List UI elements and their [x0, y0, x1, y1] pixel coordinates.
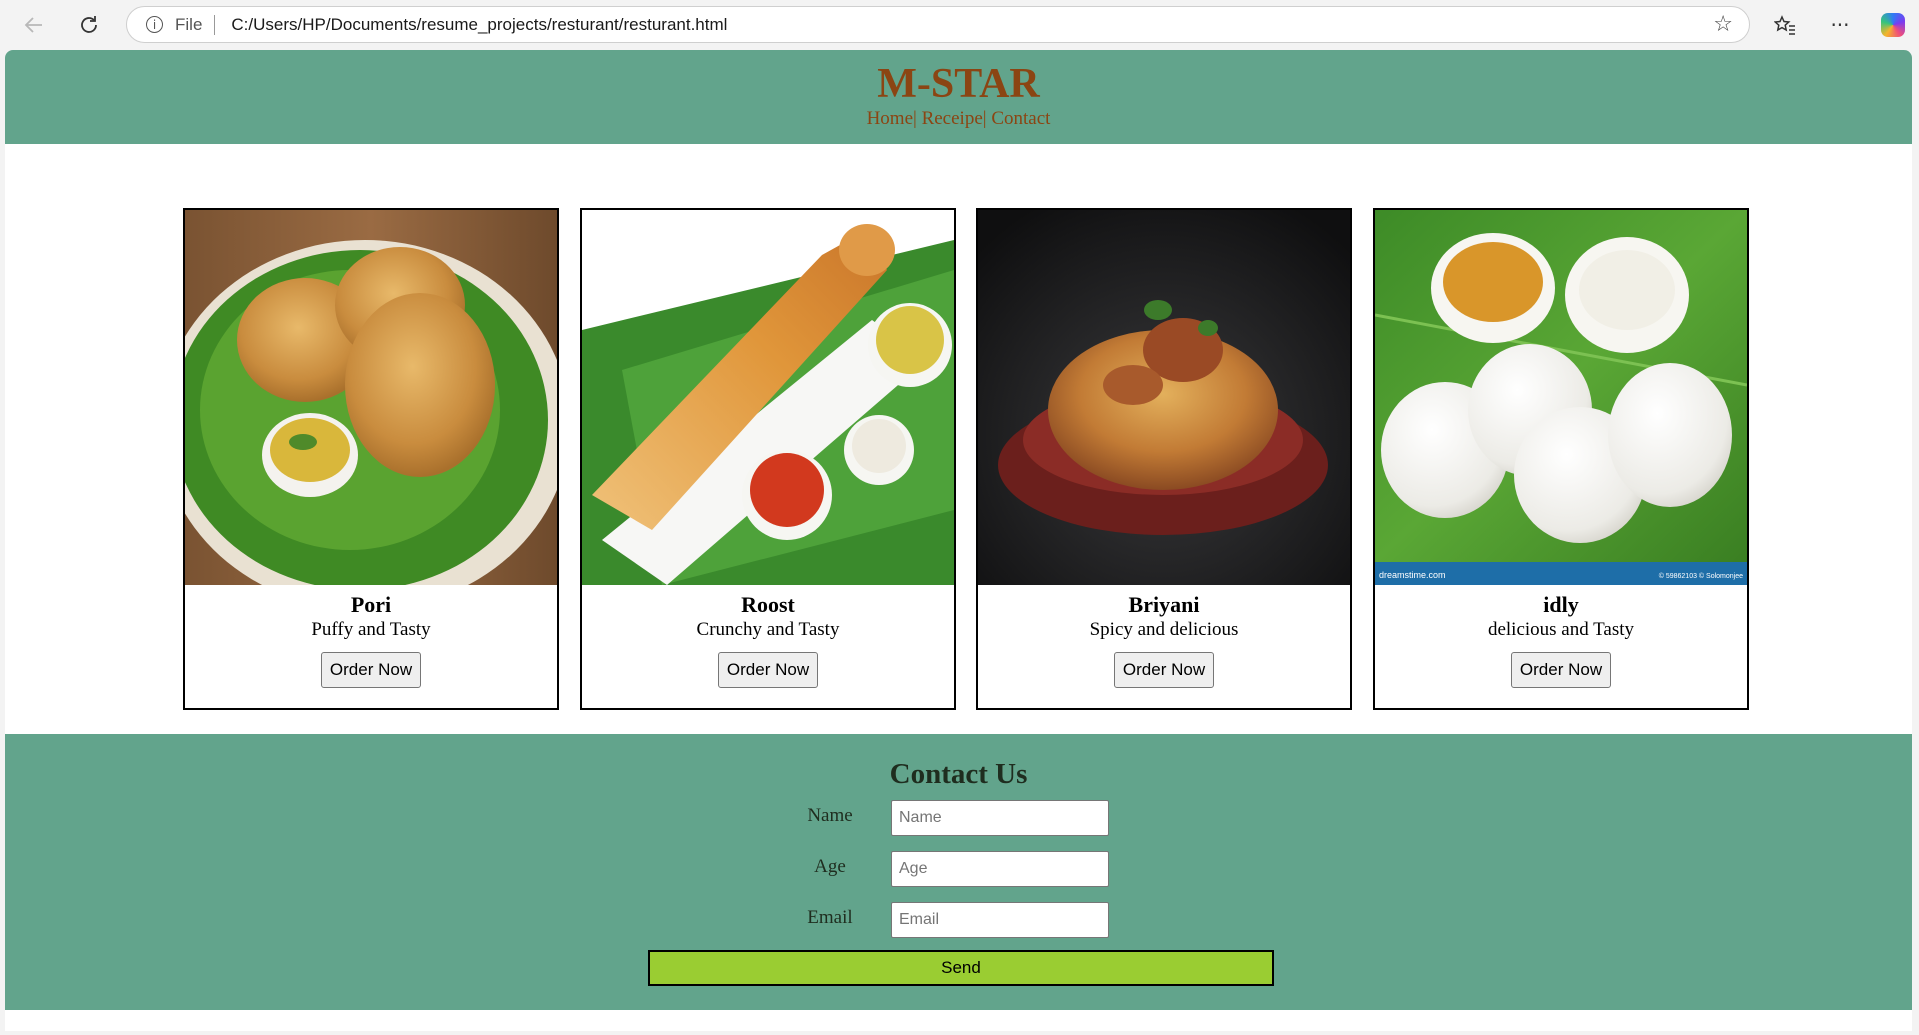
- form-row-name: Name: [5, 800, 1912, 836]
- send-button[interactable]: Send: [648, 950, 1274, 986]
- order-now-button[interactable]: Order Now: [1510, 652, 1612, 688]
- url-scheme-label: File: [175, 14, 203, 34]
- page-bottom: [5, 1010, 1912, 1031]
- form-row-age: Age: [5, 851, 1912, 887]
- email-input[interactable]: [891, 902, 1109, 938]
- star-icon[interactable]: ☆: [1713, 12, 1733, 37]
- card-description: Spicy and delicious: [1089, 619, 1239, 640]
- food-card: Roost Crunchy and Tasty Order Now: [580, 208, 956, 710]
- back-arrow-icon[interactable]: [16, 8, 52, 42]
- food-card: dreamstime.com © 59862103 © Solomonjee i…: [1373, 208, 1749, 710]
- order-now-button[interactable]: Order Now: [320, 652, 422, 688]
- food-card: Briyani Spicy and delicious Order Now: [976, 208, 1352, 710]
- address-separator: [214, 14, 216, 35]
- dosa-plate-photo: [582, 210, 954, 585]
- biryani-bowl-photo: [978, 210, 1350, 585]
- name-label: Name: [807, 805, 853, 826]
- card-title: Briyani: [1128, 592, 1200, 617]
- favorites-icon[interactable]: [1768, 9, 1802, 41]
- food-card: Pori Puffy and Tasty Order Now: [183, 208, 559, 710]
- refresh-icon[interactable]: [71, 8, 107, 42]
- card-title: idly: [1543, 592, 1579, 617]
- name-input[interactable]: [891, 800, 1109, 836]
- card-description: delicious and Tasty: [1487, 619, 1635, 640]
- more-icon[interactable]: ···: [1823, 9, 1857, 41]
- copilot-icon[interactable]: [1876, 9, 1910, 41]
- age-label: Age: [814, 856, 846, 877]
- card-description: Puffy and Tasty: [311, 619, 431, 640]
- url-text[interactable]: C:/Users/HP/Documents/resume_projects/re…: [231, 15, 727, 35]
- poori-plate-photo: [185, 210, 557, 585]
- contact-title: Contact Us: [889, 758, 1028, 790]
- idli-plate-photo: dreamstime.com © 59862103 © Solomonjee: [1375, 210, 1747, 585]
- order-now-button[interactable]: Order Now: [1113, 652, 1215, 688]
- watermark-left: dreamstime.com: [1379, 570, 1446, 580]
- email-label: Email: [807, 907, 853, 928]
- page-viewport: M-STAR Home| Receipe| Contact Pori Puffy…: [5, 50, 1912, 1031]
- card-title: Pori: [350, 592, 392, 617]
- card-description: Crunchy and Tasty: [696, 619, 840, 640]
- address-bar[interactable]: i File C:/Users/HP/Documents/resume_proj…: [126, 6, 1750, 43]
- contact-section: Contact Us Name Age Email Send: [5, 734, 1912, 1010]
- browser-toolbar: i File C:/Users/HP/Documents/resume_proj…: [0, 0, 1919, 50]
- info-icon[interactable]: i: [146, 16, 163, 33]
- form-row-email: Email: [5, 902, 1912, 938]
- card-title: Roost: [741, 592, 795, 617]
- age-input[interactable]: [891, 851, 1109, 887]
- watermark-right: © 59862103 © Solomonjee: [1659, 572, 1743, 580]
- order-now-button[interactable]: Order Now: [717, 652, 819, 688]
